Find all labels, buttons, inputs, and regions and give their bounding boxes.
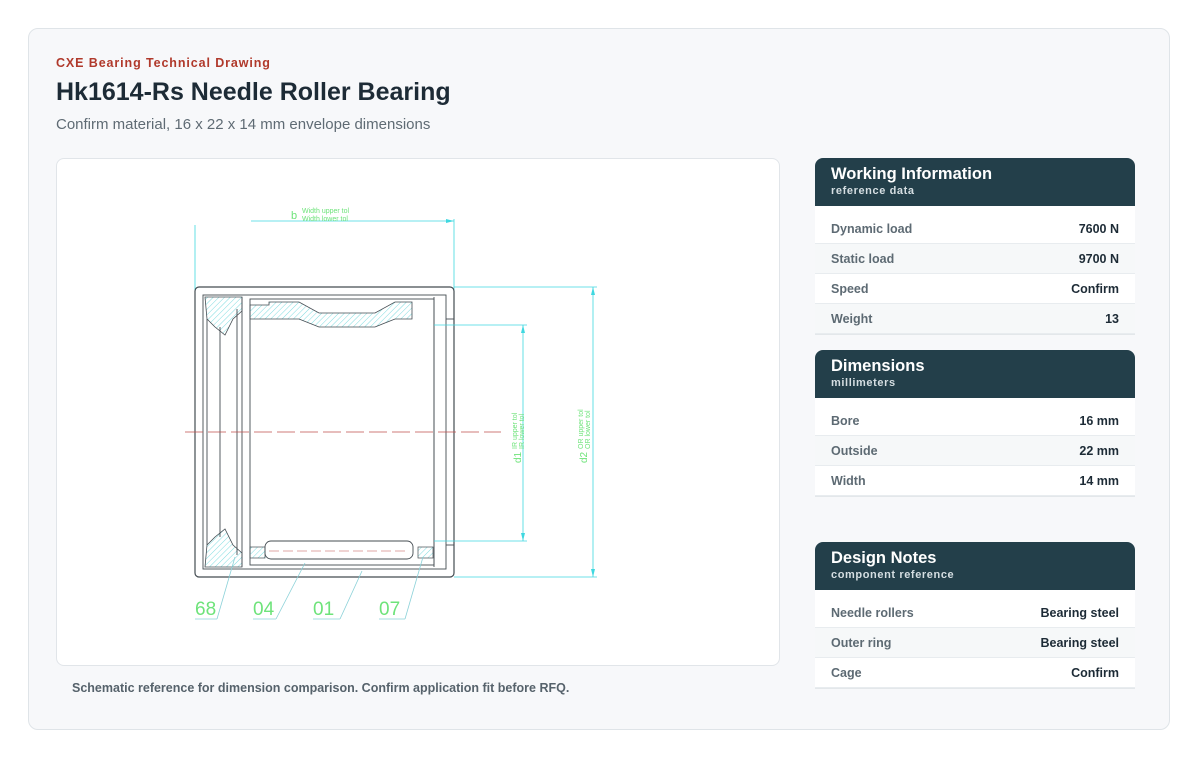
d1-label-main: d1 [513,451,524,463]
spec-value: 14 mm [1079,473,1119,488]
width-label-main: b [291,210,297,222]
panel-subtitle: millimeters [831,377,896,389]
width-label-upper: Width upper tol [302,208,350,215]
callout-07: 07 [379,599,400,620]
spec-label: Weight [831,311,873,326]
spec-row-width: Width 14 mm [815,466,1135,496]
panel-title: Dimensions [831,357,925,375]
design-notes-panel: Design Notes component reference Needle … [815,542,1135,688]
page-title: Hk1614-Rs Needle Roller Bearing [56,78,451,106]
spec-value: Confirm [1071,281,1119,296]
spec-label: Needle rollers [831,605,914,620]
d1-label-lower: IR lower tol [519,414,526,449]
eyebrow-label: CXE Bearing Technical Drawing [56,56,271,70]
spec-label: Speed [831,281,869,296]
spec-label: Bore [831,413,860,428]
panel-header: Dimensions millimeters [815,350,1135,398]
spec-row-dynamic-load: Dynamic load 7600 N [815,214,1135,244]
spec-value: Bearing steel [1040,635,1119,650]
spec-label: Static load [831,251,895,266]
spec-value: 9700 N [1078,251,1119,266]
working-information-panel: Working Information reference data Dynam… [815,158,1135,334]
callout-04: 04 [253,599,275,620]
width-dimension: b Width upper tol Width lower tol [194,208,455,291]
spec-label: Dynamic load [831,221,913,236]
page-subtitle: Confirm material, 16 x 22 x 14 mm envelo… [56,116,431,133]
technical-drawing: b Width upper tol Width lower tol d1 IR … [56,158,780,666]
bearing-drawing-svg: b Width upper tol Width lower tol d1 IR … [185,208,597,620]
dimensions-panel: Dimensions millimeters Bore 16 mm Outside… [815,350,1135,496]
spec-label: Outer ring [831,635,892,650]
spec-value: 7600 N [1078,221,1119,236]
spec-label: Width [831,473,866,488]
spec-value: 13 [1105,311,1119,326]
spec-row-needle-rollers: Needle rollers Bearing steel [815,598,1135,628]
spec-row-speed: Speed Confirm [815,274,1135,304]
panel-title: Working Information [831,165,993,183]
panel-header: Working Information reference data [815,158,1135,206]
spec-label: Outside [831,443,878,458]
d1-label-upper: IR upper tol [512,412,519,449]
spec-value: 16 mm [1079,413,1119,428]
spec-row-static-load: Static load 9700 N [815,244,1135,274]
spec-label: Cage [831,665,862,680]
width-label-lower: Width lower tol [302,216,348,223]
spec-row-outside: Outside 22 mm [815,436,1135,466]
callout-01: 01 [313,599,334,620]
bore-dimension: d1 IR upper tol IR lower tol [434,324,527,542]
spec-value: Confirm [1071,665,1119,680]
spec-value: 22 mm [1079,443,1119,458]
spec-row-outer-ring: Outer ring Bearing steel [815,628,1135,658]
panel-subtitle: reference data [831,185,915,197]
callout-68: 68 [195,599,216,620]
panel-title: Design Notes [831,549,937,567]
d2-label-upper: OR upper tol [578,409,585,449]
spec-row-cage: Cage Confirm [815,658,1135,688]
spec-row-weight: Weight 13 [815,304,1135,334]
spec-value: Bearing steel [1040,605,1119,620]
drawing-caption: Schematic reference for dimension compar… [72,681,570,695]
spec-row-bore: Bore 16 mm [815,406,1135,436]
panel-subtitle: component reference [831,569,955,581]
d2-label-lower: OR lower tol [585,410,592,449]
d2-label-main: d2 [579,451,590,463]
panel-header: Design Notes component reference [815,542,1135,590]
